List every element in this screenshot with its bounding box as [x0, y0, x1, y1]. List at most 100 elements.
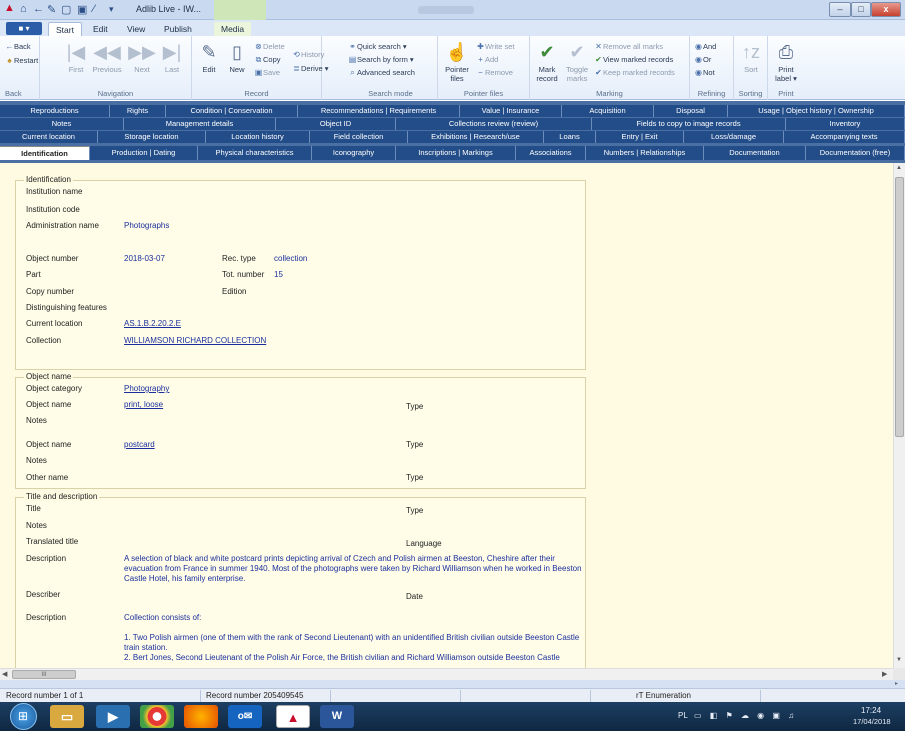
outlook-icon[interactable]: o✉ — [228, 705, 262, 728]
tab-value-insurance[interactable]: Value | Insurance — [460, 105, 562, 117]
file-explorer-icon[interactable]: ▭ — [50, 705, 84, 728]
tab-accompanying-texts[interactable]: Accompanying texts — [784, 131, 905, 143]
pointer-files-button[interactable]: ☝ Pointer files — [442, 42, 472, 83]
language-indicator[interactable]: PL — [678, 711, 688, 720]
tab-numbers-relationships[interactable]: Numbers | Relationships — [586, 146, 704, 160]
quick-search-button[interactable]: ⚭Quick search ▾ — [348, 42, 406, 51]
tab-current-location[interactable]: Current location — [0, 131, 98, 143]
or-button[interactable]: ◉Or — [694, 55, 711, 64]
back-button[interactable]: ←Back — [5, 42, 31, 51]
and-button[interactable]: ◉And — [694, 42, 716, 51]
file-menu-button[interactable]: ■ ▾ — [6, 22, 42, 35]
view-marked-records-button[interactable]: ✔View marked records — [594, 55, 673, 64]
tab-inventory[interactable]: Inventory — [786, 118, 905, 130]
description-field-2[interactable]: Collection consists of: 1. Two Polish ai… — [124, 613, 582, 663]
firefox-icon[interactable] — [184, 705, 218, 728]
vertical-scroll-thumb[interactable] — [895, 177, 904, 437]
tab-documentation-free[interactable]: Documentation (free) — [806, 146, 905, 160]
administration-name-field[interactable]: Photographs — [124, 221, 169, 230]
tab-recommendations-requirements[interactable]: Recommendations | Requirements — [298, 105, 460, 117]
pin-icon[interactable]: ⁄ — [93, 3, 95, 15]
remove-button[interactable]: − Remove — [476, 68, 513, 77]
previous-button[interactable]: ◀◀ Previous — [90, 42, 124, 74]
tot-number-field[interactable]: 15 — [274, 270, 283, 279]
toggle-marks-button[interactable]: ✔ Toggle marks — [562, 42, 592, 83]
restart-button[interactable]: ♠ Restart — [5, 56, 38, 65]
tab-exhibitions-research[interactable]: Exhibitions | Research/use — [408, 131, 544, 143]
tab-identification[interactable]: Identification — [0, 146, 90, 160]
tab-condition-conservation[interactable]: Condition | Conservation — [166, 105, 298, 117]
search-by-form-button[interactable]: ▤Search by form ▾ — [348, 55, 414, 64]
tab-entry-exit[interactable]: Entry | Exit — [596, 131, 684, 143]
delete-button[interactable]: ⊗Delete — [254, 42, 285, 51]
keep-marked-records-button[interactable]: ✔Keep marked records — [594, 68, 675, 77]
start-button[interactable]: ⊞ — [10, 703, 37, 730]
sort-button[interactable]: ↑z Sort — [736, 42, 766, 74]
edit-button[interactable]: ✎ Edit — [196, 42, 222, 74]
copy-button[interactable]: ⧉ Copy — [254, 55, 281, 65]
home-icon[interactable]: ⌂ — [20, 3, 27, 15]
tab-reproductions[interactable]: Reproductions — [0, 105, 110, 117]
chrome-icon[interactable] — [140, 705, 174, 728]
tab-associations[interactable]: Associations — [516, 146, 586, 160]
scroll-left-icon[interactable]: ◀ — [2, 670, 7, 678]
collection-link[interactable]: WILLIAMSON RICHARD COLLECTION — [124, 336, 266, 345]
edit-icon[interactable]: ✎ — [47, 3, 56, 16]
clock-time[interactable]: 17:24 — [861, 706, 881, 715]
vertical-scrollbar[interactable]: ▲ ▼ — [893, 163, 905, 668]
rec-type-field[interactable]: collection — [274, 254, 307, 263]
tab-documentation[interactable]: Documentation — [704, 146, 806, 160]
history-button[interactable]: ⟲History — [292, 50, 324, 59]
current-location-link[interactable]: AS.1.B.2.20.2.E — [124, 319, 181, 328]
horizontal-scroll-thumb[interactable]: III — [12, 670, 76, 679]
tab-loss-damage[interactable]: Loss/damage — [684, 131, 784, 143]
minimize-button[interactable]: – — [829, 2, 851, 17]
derive-button[interactable]: ≣Derive ▾ — [292, 64, 328, 73]
remove-all-marks-button[interactable]: ✕Remove all marks — [594, 42, 663, 51]
clock-date[interactable]: 17/04/2018 — [853, 717, 891, 726]
save-button[interactable]: ▣Save — [254, 68, 280, 77]
advanced-search-button[interactable]: ⌕ Advanced search — [348, 68, 415, 78]
object-name-link-1[interactable]: print, loose — [124, 400, 163, 409]
object-category-link[interactable]: Photography — [124, 384, 169, 393]
print-label-button[interactable]: ⎙ Print label ▾ — [770, 42, 802, 83]
tab-usage-history-ownership[interactable]: Usage | Object history | Ownership — [728, 105, 905, 117]
tab-notes[interactable]: Notes — [0, 118, 124, 130]
system-tray-icons[interactable]: ▭ ◧ ⚑ ☁ ◉ ▣ ♫ — [694, 711, 797, 720]
tab-management-details[interactable]: Management details — [124, 118, 276, 130]
first-button[interactable]: |◀ First — [62, 42, 90, 74]
write-set-button[interactable]: ✚Write set — [476, 42, 514, 51]
tab-loans[interactable]: Loans — [544, 131, 596, 143]
close-button[interactable]: x — [871, 2, 901, 17]
tab-inscriptions-markings[interactable]: Inscriptions | Markings — [396, 146, 516, 160]
tab-location-history[interactable]: Location history — [206, 131, 310, 143]
adlib-taskbar-icon[interactable]: ▲ — [276, 705, 310, 728]
back-arrow-icon[interactable]: ← — [33, 3, 44, 15]
mark-record-button[interactable]: ✔ Mark record — [532, 42, 562, 83]
maximize-button[interactable]: □ — [851, 2, 871, 17]
tab-publish[interactable]: Publish — [157, 22, 199, 36]
tab-physical-characteristics[interactable]: Physical characteristics — [198, 146, 312, 160]
last-button[interactable]: ▶| Last — [158, 42, 186, 74]
word-icon[interactable]: W — [320, 705, 354, 728]
tab-fields-to-copy[interactable]: Fields to copy to image records — [592, 118, 786, 130]
scroll-down-icon[interactable]: ▼ — [896, 657, 902, 663]
tab-edit[interactable]: Edit — [86, 22, 115, 36]
strip-arrow-icon[interactable]: ▸ — [895, 680, 898, 687]
tab-disposal[interactable]: Disposal — [654, 105, 728, 117]
scroll-up-icon[interactable]: ▲ — [896, 165, 902, 171]
add-button[interactable]: + Add — [476, 55, 498, 64]
tab-start[interactable]: Start — [48, 22, 82, 36]
tab-view[interactable]: View — [120, 22, 152, 36]
customize-quick-access-icon[interactable]: ▾ — [109, 4, 114, 15]
description-field-1[interactable]: A selection of black and white postcard … — [124, 554, 582, 584]
object-number-field[interactable]: 2018-03-07 — [124, 254, 165, 263]
tab-media[interactable]: Media — [214, 22, 252, 36]
save-icon[interactable]: ▣ — [77, 3, 87, 16]
new-button[interactable]: ▯ New — [224, 42, 250, 74]
tab-storage-location[interactable]: Storage location — [98, 131, 206, 143]
horizontal-scrollbar[interactable]: ◀ III ▶ — [0, 668, 893, 680]
next-button[interactable]: ▶▶ Next — [128, 42, 156, 74]
tab-iconography[interactable]: Iconography — [312, 146, 396, 160]
tab-rights[interactable]: Rights — [110, 105, 166, 117]
